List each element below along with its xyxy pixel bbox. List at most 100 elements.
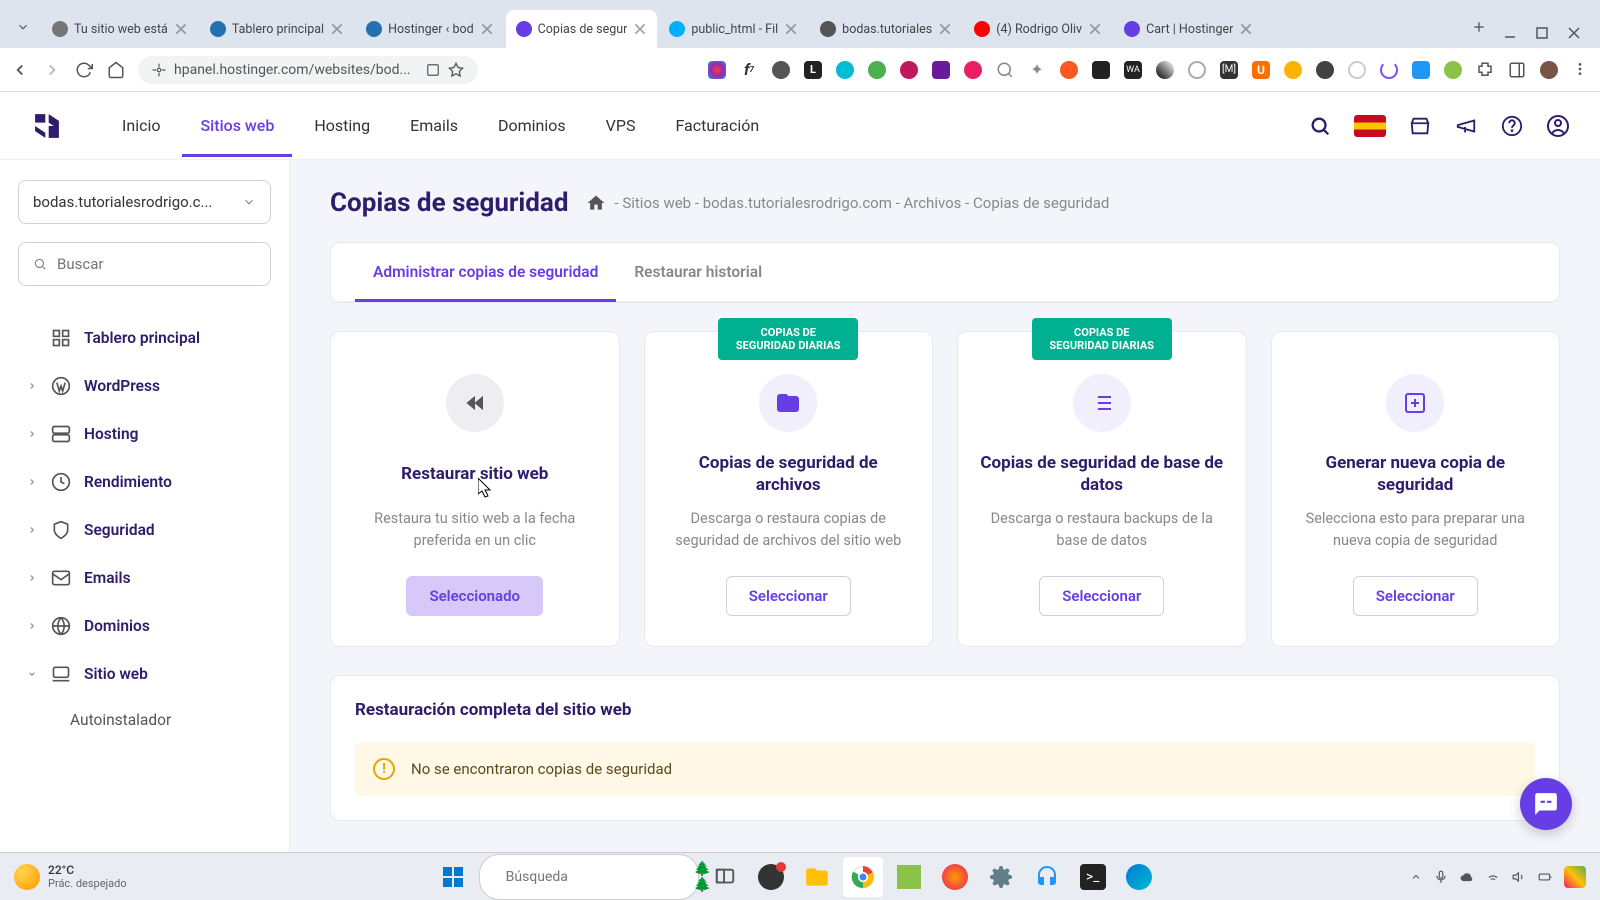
- ext-icon[interactable]: [1060, 61, 1078, 79]
- ext-icon[interactable]: [772, 61, 790, 79]
- browser-tab[interactable]: bodas.tutoriales: [810, 10, 962, 48]
- ext-icon[interactable]: [1380, 61, 1398, 79]
- ext-icon[interactable]: [900, 61, 918, 79]
- ext-icon[interactable]: [708, 61, 726, 79]
- sidebar-item-seguridad[interactable]: Seguridad: [18, 506, 271, 554]
- back-button[interactable]: [10, 60, 30, 80]
- topnav-item-dominios[interactable]: Dominios: [480, 94, 584, 157]
- announcements-icon[interactable]: [1454, 114, 1478, 138]
- browser-tab[interactable]: Tu sitio web está: [42, 10, 198, 48]
- ext-icon[interactable]: [1284, 61, 1302, 79]
- tab-administrar-copias-de-seguridad[interactable]: Administrar copias de seguridad: [355, 243, 616, 301]
- start-button[interactable]: [433, 857, 473, 897]
- close-icon[interactable]: [938, 22, 952, 36]
- ext-icon[interactable]: L: [804, 61, 822, 79]
- tab-restaurar-historial[interactable]: Restaurar historial: [616, 243, 780, 301]
- language-flag-spain[interactable]: [1354, 115, 1386, 137]
- close-icon[interactable]: [1239, 22, 1253, 36]
- select-button[interactable]: Seleccionar: [1039, 576, 1164, 616]
- extensions-button[interactable]: [1476, 61, 1494, 79]
- sidebar-item-tablero-principal[interactable]: Tablero principal: [18, 314, 271, 362]
- ext-icon[interactable]: [964, 61, 982, 79]
- ext-icon[interactable]: WA: [1124, 61, 1142, 79]
- browser-tab[interactable]: (4) Rodrigo Oliv: [964, 10, 1112, 48]
- ext-icon[interactable]: f7: [740, 61, 758, 79]
- close-icon[interactable]: [330, 22, 344, 36]
- close-icon[interactable]: [1088, 22, 1102, 36]
- browser-tab[interactable]: Cart | Hostinger: [1114, 10, 1263, 48]
- ext-icon[interactable]: ✦: [1028, 61, 1046, 79]
- reload-button[interactable]: [74, 60, 94, 80]
- help-icon[interactable]: [1500, 114, 1524, 138]
- topnav-item-facturación[interactable]: Facturación: [657, 94, 777, 157]
- headphones-app[interactable]: [1027, 857, 1067, 897]
- tray-app-icon[interactable]: [1564, 866, 1586, 888]
- taskbar-search-input[interactable]: [506, 869, 684, 885]
- edge-app[interactable]: [1119, 857, 1159, 897]
- sidebar-subitem[interactable]: Autoinstalador: [18, 698, 271, 742]
- browser-tab[interactable]: public_html - Fil: [659, 10, 808, 48]
- hostinger-logo[interactable]: [30, 109, 64, 143]
- ext-icon[interactable]: [868, 61, 886, 79]
- notepad-app[interactable]: [889, 857, 929, 897]
- topnav-item-hosting[interactable]: Hosting: [296, 94, 388, 157]
- ext-icon[interactable]: [1316, 61, 1334, 79]
- select-button[interactable]: Seleccionar: [1353, 576, 1478, 616]
- task-view[interactable]: [705, 857, 745, 897]
- onedrive-icon[interactable]: [1460, 870, 1474, 884]
- select-button[interactable]: Seleccionar: [726, 576, 851, 616]
- ext-icon[interactable]: [1412, 61, 1430, 79]
- marketplace-icon[interactable]: [1408, 114, 1432, 138]
- volume-icon[interactable]: [1512, 870, 1526, 884]
- url-input[interactable]: hpanel.hostinger.com/websites/bod...: [138, 56, 478, 84]
- sidebar-item-rendimiento[interactable]: Rendimiento: [18, 458, 271, 506]
- ext-icon[interactable]: [996, 61, 1014, 79]
- new-tab-button[interactable]: [1464, 12, 1494, 42]
- close-icon[interactable]: [633, 22, 647, 36]
- topnav-item-inicio[interactable]: Inicio: [104, 94, 178, 157]
- window-maximize[interactable]: [1536, 24, 1550, 38]
- weather-widget[interactable]: 22°C Prác. despejado: [14, 863, 127, 890]
- sidebar-item-hosting[interactable]: Hosting: [18, 410, 271, 458]
- window-minimize[interactable]: [1504, 24, 1518, 38]
- taskbar-app[interactable]: [751, 857, 791, 897]
- ext-icon[interactable]: [1092, 61, 1110, 79]
- battery-icon[interactable]: [1538, 870, 1552, 884]
- ext-icon[interactable]: [M]: [1220, 61, 1238, 79]
- site-selector[interactable]: bodas.tutorialesrodrigo.c...: [18, 180, 271, 224]
- settings-app[interactable]: [981, 857, 1021, 897]
- sidebar-item-sitio-web[interactable]: Sitio web: [18, 650, 271, 698]
- browser-menu[interactable]: [1572, 61, 1590, 79]
- sidebar-search-input[interactable]: [57, 255, 256, 273]
- topnav-item-sitios-web[interactable]: Sitios web: [182, 94, 292, 157]
- ext-icon[interactable]: [932, 61, 950, 79]
- firefox-app[interactable]: [935, 857, 975, 897]
- ext-icon[interactable]: [1188, 61, 1206, 79]
- translate-icon[interactable]: [426, 63, 440, 77]
- chrome-app[interactable]: [843, 857, 883, 897]
- topnav-item-vps[interactable]: VPS: [588, 94, 654, 157]
- forward-button[interactable]: [42, 60, 62, 80]
- browser-tab[interactable]: Tablero principal: [200, 10, 354, 48]
- tab-list-dropdown[interactable]: [8, 12, 38, 42]
- browser-tab[interactable]: Copias de segur: [506, 10, 658, 48]
- sidebar-item-wordpress[interactable]: WordPress: [18, 362, 271, 410]
- terminal-app[interactable]: >_: [1073, 857, 1113, 897]
- tray-chevron-icon[interactable]: [1410, 871, 1422, 883]
- topnav-item-emails[interactable]: Emails: [392, 94, 476, 157]
- profile-avatar[interactable]: [1540, 61, 1558, 79]
- home-icon[interactable]: [586, 193, 606, 213]
- account-icon[interactable]: [1546, 114, 1570, 138]
- taskbar-search[interactable]: 🌲🌲: [479, 854, 699, 900]
- sidebar-item-dominios[interactable]: Dominios: [18, 602, 271, 650]
- file-explorer[interactable]: [797, 857, 837, 897]
- ext-icon[interactable]: [836, 61, 854, 79]
- search-icon[interactable]: [1308, 114, 1332, 138]
- sidebar-item-emails[interactable]: Emails: [18, 554, 271, 602]
- ext-icon[interactable]: [1156, 61, 1174, 79]
- select-button[interactable]: Seleccionado: [406, 576, 543, 616]
- chat-fab[interactable]: [1520, 778, 1572, 830]
- close-icon[interactable]: [174, 22, 188, 36]
- ext-icon[interactable]: [1444, 61, 1462, 79]
- bookmark-star-icon[interactable]: [448, 62, 464, 78]
